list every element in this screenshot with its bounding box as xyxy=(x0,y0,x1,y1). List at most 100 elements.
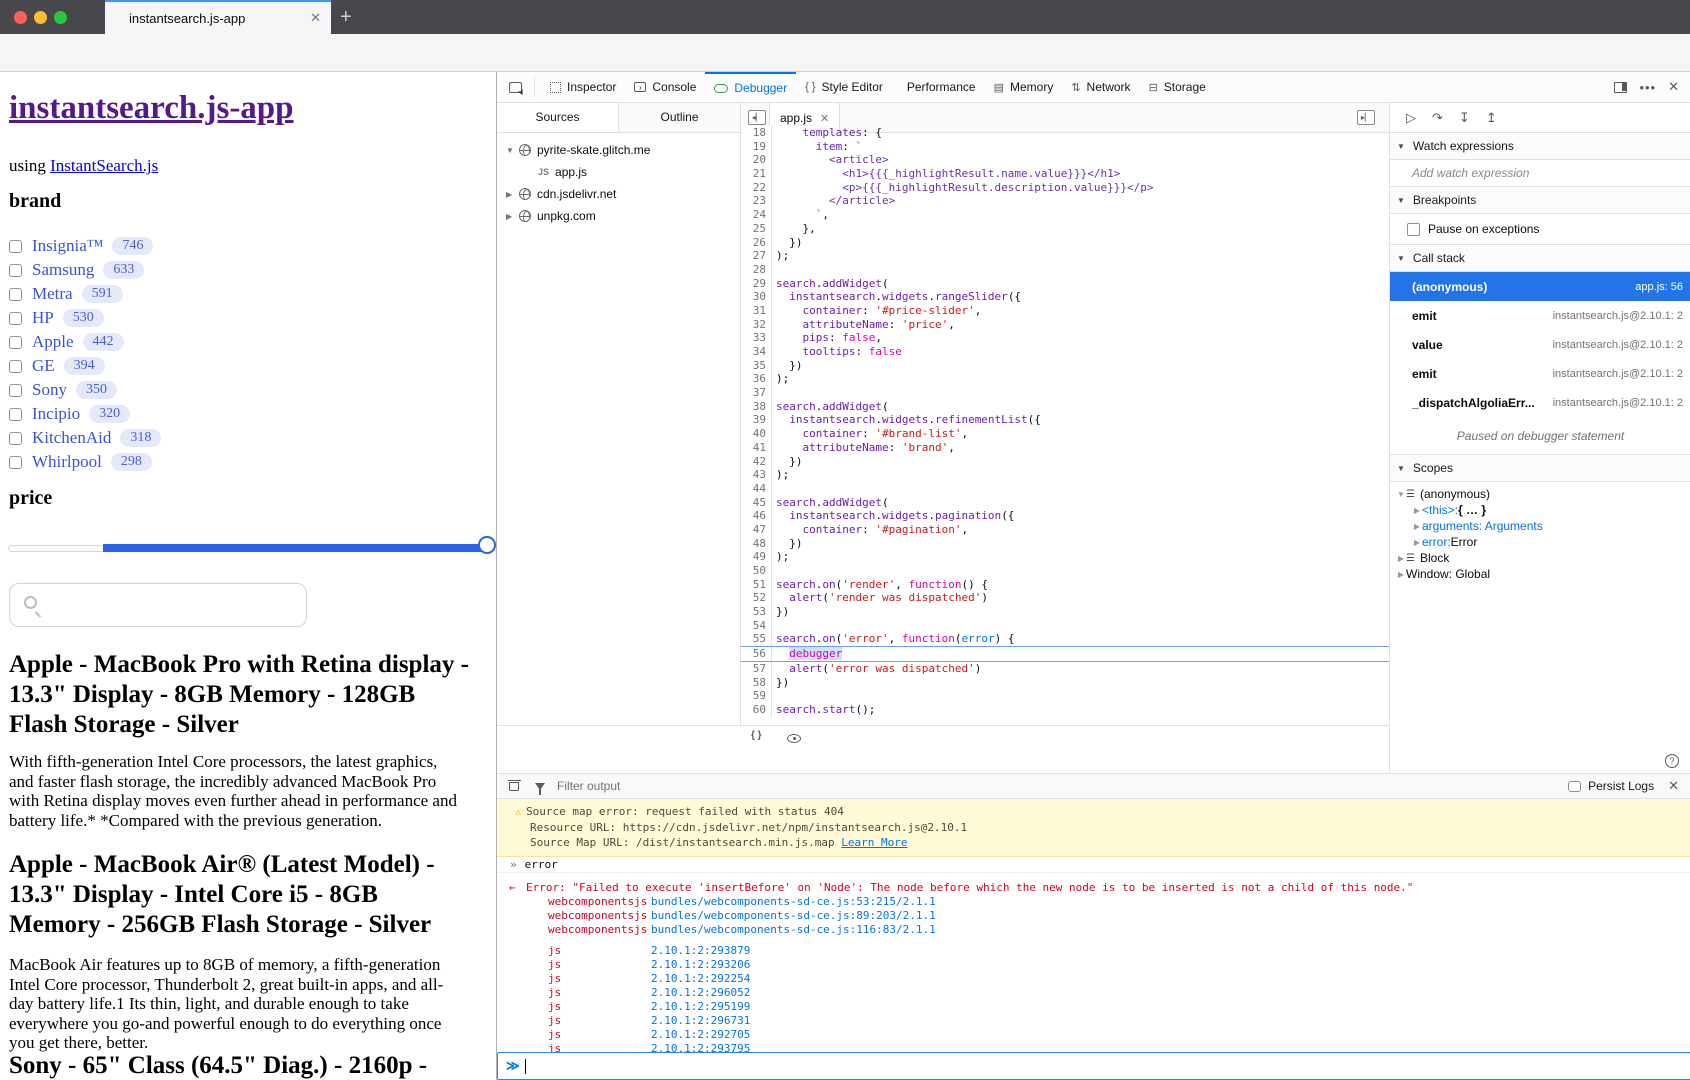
tree-item[interactable]: ▶ cdn.jsdelivr.net xyxy=(497,183,740,205)
filter-icon[interactable] xyxy=(535,782,545,795)
brand-checkbox[interactable] xyxy=(9,239,22,253)
scope-row[interactable]: ▶ arguments: Arguments xyxy=(1390,518,1690,534)
line-number[interactable]: 28 xyxy=(741,262,772,277)
line-number[interactable]: 26 xyxy=(741,235,772,250)
code-line[interactable]: 56 debugger xyxy=(741,646,1389,662)
code-line[interactable]: 33 pips: false, xyxy=(741,331,1389,345)
line-number[interactable]: 25 xyxy=(741,221,772,236)
line-number[interactable]: 24 xyxy=(741,208,772,222)
brand-checkbox[interactable] xyxy=(9,335,22,349)
call-stack-frame[interactable]: emit instantsearch.js@2.10.1: 2 xyxy=(1390,301,1690,330)
stack-source-link[interactable]: 2.10.1:2:296731 xyxy=(651,1014,750,1027)
tab-debugger[interactable]: Debugger xyxy=(705,71,797,103)
line-number[interactable]: 50 xyxy=(741,564,772,578)
code-line[interactable]: 54 xyxy=(741,618,1389,633)
step-in-icon[interactable]: ↧ xyxy=(1459,110,1470,126)
code-line[interactable]: 48 }) xyxy=(741,536,1389,551)
page-title-link[interactable]: instantsearch.js-app xyxy=(9,90,294,127)
tab-sources[interactable]: Sources xyxy=(497,103,619,132)
line-number[interactable]: 54 xyxy=(741,618,772,633)
line-number[interactable]: 46 xyxy=(741,509,772,523)
twisty-icon[interactable]: ▶ xyxy=(1412,522,1422,531)
brand-checkbox[interactable] xyxy=(9,407,22,421)
line-number[interactable]: 36 xyxy=(741,372,772,387)
brand-checkbox[interactable] xyxy=(9,263,22,277)
code-line[interactable]: 53}) xyxy=(741,605,1389,619)
line-number[interactable]: 49 xyxy=(741,550,772,564)
brand-checkbox[interactable] xyxy=(9,455,22,469)
persist-logs-checkbox[interactable] xyxy=(1568,780,1582,792)
brand-link[interactable]: HP xyxy=(32,308,54,328)
code-line[interactable]: 59 xyxy=(741,689,1389,703)
code-line[interactable]: 28 xyxy=(741,262,1389,277)
instantsearch-link[interactable]: InstantSearch.js xyxy=(50,156,158,175)
line-number[interactable]: 18 xyxy=(741,126,772,140)
minimize-window-button[interactable] xyxy=(34,11,47,24)
line-number[interactable]: 57 xyxy=(741,661,772,676)
code-area[interactable]: 18 templates: {19 item: ` 20 <article> 21 … xyxy=(741,126,1389,718)
code-line[interactable]: 24 `, xyxy=(741,208,1389,222)
stack-source-link[interactable]: bundles/webcomponents-sd-ce.js:89:203/2.… xyxy=(651,909,936,922)
line-number[interactable]: 45 xyxy=(741,495,772,510)
line-number[interactable]: 42 xyxy=(741,454,772,469)
help-icon[interactable]: ? xyxy=(1665,754,1679,768)
twisty-icon[interactable]: ▶ xyxy=(1396,570,1406,579)
stack-source-link[interactable]: 2.10.1:2:293206 xyxy=(651,958,750,971)
call-stack-frame[interactable]: _dispatchAlgoliaErr... instantsearch.js@2… xyxy=(1390,388,1690,417)
close-window-button[interactable] xyxy=(14,11,27,24)
code-line[interactable]: 60 search.start(); xyxy=(741,702,1389,717)
pretty-print-icon[interactable]: { } xyxy=(751,730,762,741)
line-number[interactable]: 52 xyxy=(741,591,772,606)
scope-row[interactable]: ▼ ☰ (anonymous) xyxy=(1390,486,1690,502)
code-line[interactable]: 27); xyxy=(741,249,1389,263)
code-line[interactable]: 52 alert('render was dispatched') xyxy=(741,591,1389,606)
stack-source-link[interactable]: 2.10.1:2:292705 xyxy=(651,1028,750,1041)
code-line[interactable]: 47 container: '#pagination', xyxy=(741,522,1389,537)
code-line[interactable]: 18 templates: { xyxy=(741,126,1389,140)
brand-link[interactable]: KitchenAid xyxy=(32,428,111,448)
tree-item[interactable]: JS app.js xyxy=(497,161,740,183)
stack-source-link[interactable]: bundles/webcomponents-sd-ce.js:116:83/2.… xyxy=(651,923,936,936)
devtools-menu-icon[interactable]: ••• xyxy=(1639,80,1656,95)
brand-checkbox[interactable] xyxy=(9,383,22,397)
pick-element-icon[interactable] xyxy=(509,81,522,93)
pause-on-exceptions-checkbox[interactable] xyxy=(1407,222,1420,236)
code-line[interactable]: 42 }) xyxy=(741,454,1389,469)
twisty-icon[interactable]: ▼ xyxy=(506,146,514,155)
tab-style-editor[interactable]: { } Style Editor xyxy=(796,72,892,103)
preview-eye-icon[interactable] xyxy=(787,734,801,743)
twisty-icon[interactable]: ▶ xyxy=(506,212,514,221)
code-line[interactable]: 49); xyxy=(741,550,1389,564)
line-number[interactable]: 34 xyxy=(741,345,772,359)
twisty-icon[interactable]: ▼ xyxy=(1396,490,1406,499)
line-number[interactable]: 27 xyxy=(741,249,772,263)
brand-checkbox[interactable] xyxy=(9,311,22,325)
line-number[interactable]: 35 xyxy=(741,358,772,373)
call-stack-frame[interactable]: emit instantsearch.js@2.10.1: 2 xyxy=(1390,359,1690,388)
code-line[interactable]: 21 <h1>{{{_highlightResult.name.value}}}… xyxy=(741,167,1389,181)
brand-link[interactable]: GE xyxy=(32,356,55,376)
tab-inspector[interactable]: Inspector xyxy=(541,72,625,103)
scope-row[interactable]: ▶ Window: Global xyxy=(1390,566,1690,582)
twisty-icon[interactable]: ▶ xyxy=(506,190,514,199)
step-over-icon[interactable]: ↷ xyxy=(1432,110,1443,126)
call-stack-frame[interactable]: (anonymous) app.js: 56 xyxy=(1390,272,1690,301)
line-number[interactable]: 41 xyxy=(741,440,772,455)
line-number[interactable]: 43 xyxy=(741,468,772,482)
dock-side-icon[interactable] xyxy=(1614,81,1628,93)
code-line[interactable]: 41 attributeName: 'brand', xyxy=(741,440,1389,455)
breakpoints-header[interactable]: ▼ Breakpoints xyxy=(1390,187,1690,214)
line-number[interactable]: 51 xyxy=(741,577,772,592)
search-input[interactable] xyxy=(50,590,290,620)
brand-link[interactable]: Sony xyxy=(32,380,67,400)
clear-console-icon[interactable] xyxy=(507,779,521,791)
code-line[interactable]: 51 search.on('render', function() { xyxy=(741,577,1389,592)
maximize-window-button[interactable] xyxy=(54,11,67,24)
stack-source-link[interactable]: 2.10.1:2:293879 xyxy=(651,944,750,957)
console-close-icon[interactable]: ✕ xyxy=(1668,778,1679,794)
code-line[interactable]: 57 alert('error was dispatched') xyxy=(741,661,1389,676)
line-number[interactable]: 23 xyxy=(741,194,772,209)
code-line[interactable]: 30 instantsearch.widgets.rangeSlider({ xyxy=(741,290,1389,304)
line-number[interactable]: 47 xyxy=(741,522,772,537)
code-line[interactable]: 36); xyxy=(741,372,1389,387)
